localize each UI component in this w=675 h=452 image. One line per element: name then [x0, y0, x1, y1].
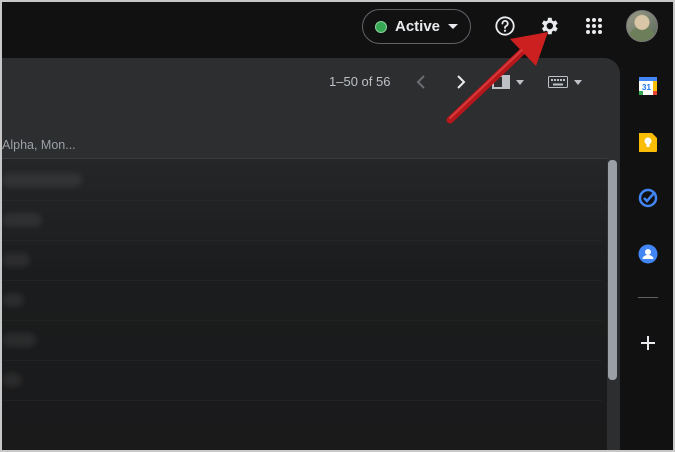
blurred-text [2, 373, 22, 387]
keyboard-icon [548, 76, 568, 88]
calendar-day: 31 [642, 83, 651, 92]
apps-grid-icon[interactable] [578, 10, 610, 42]
input-tools-button[interactable] [548, 72, 582, 92]
blurred-text [2, 253, 30, 267]
tasks-icon[interactable] [637, 187, 659, 209]
list-item[interactable] [2, 281, 602, 321]
annotation-arrow-icon [446, 32, 548, 124]
list-item[interactable] [2, 161, 602, 201]
list-item[interactable] [2, 321, 602, 361]
side-panel: 31 [622, 56, 675, 452]
contacts-icon[interactable] [637, 243, 659, 265]
chevron-left-icon[interactable] [409, 70, 433, 94]
email-snippet: Alpha, Mon... [2, 138, 76, 152]
list-item[interactable] [2, 241, 602, 281]
avatar[interactable] [626, 10, 658, 42]
calendar-icon[interactable]: 31 [637, 75, 659, 97]
top-bar: Active [0, 0, 675, 56]
blurred-text [2, 173, 82, 187]
chevron-down-icon [574, 79, 582, 85]
plus-icon[interactable] [637, 332, 659, 354]
keep-icon[interactable] [637, 131, 659, 153]
message-list [2, 158, 607, 452]
status-label: Active [395, 18, 441, 35]
scrollbar[interactable] [608, 160, 617, 380]
blurred-text [2, 213, 42, 227]
list-item[interactable] [2, 361, 602, 401]
page-range: 1–50 of 56 [329, 74, 391, 89]
blurred-text [2, 293, 24, 307]
divider [638, 297, 658, 298]
list-item[interactable] [2, 201, 602, 241]
blurred-text [2, 333, 36, 347]
status-active-dot [375, 20, 387, 33]
